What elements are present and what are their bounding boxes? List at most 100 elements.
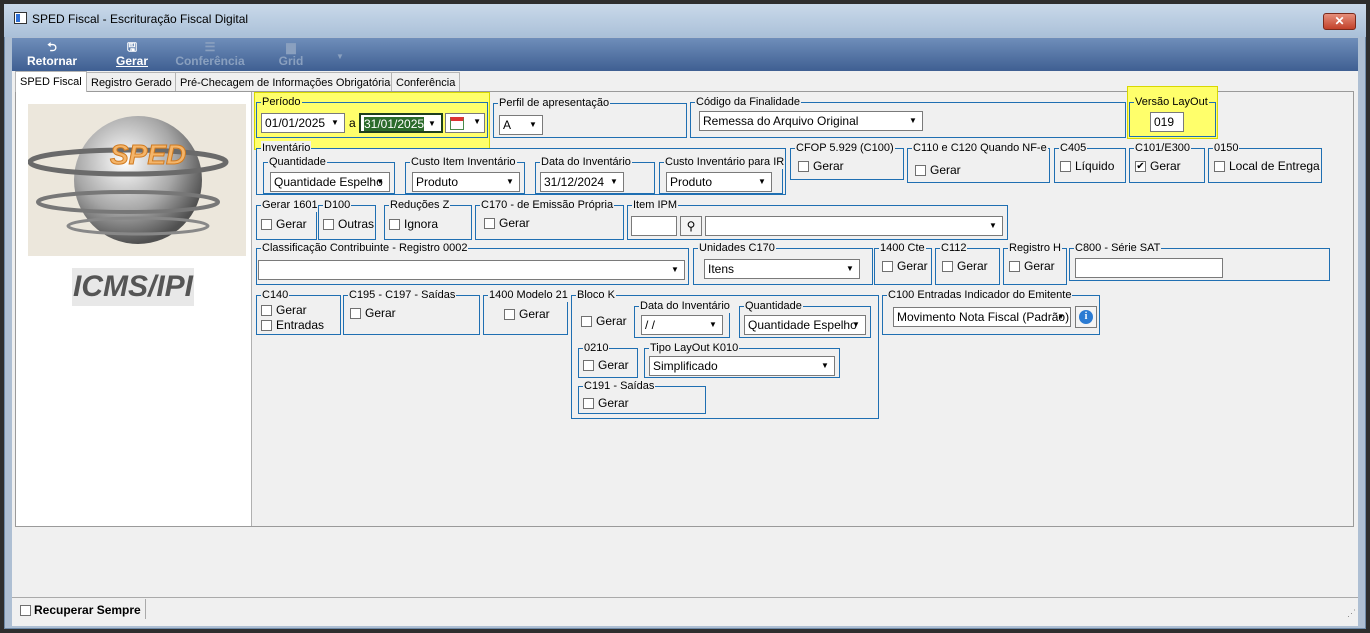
c100-group: C100 Entradas Indicador do Emitente Movi… <box>882 288 1100 335</box>
c800-input[interactable] <box>1075 258 1223 278</box>
item-ipm-code-input[interactable] <box>631 216 677 236</box>
r0210-checkbox[interactable] <box>583 360 594 371</box>
inv-quantidade-group: Quantidade Quantidade Espelho ▼ <box>263 155 395 194</box>
search-icon[interactable]: ⚲ <box>680 216 702 236</box>
grid-button[interactable]: ▆ Grid <box>274 38 308 71</box>
r0150-group: 0150 Local de Entrega <box>1208 141 1322 183</box>
c191-checkbox[interactable] <box>583 398 594 409</box>
blocok-data-field[interactable]: / / ▼ <box>641 315 723 335</box>
blocok-checkbox[interactable] <box>581 316 592 327</box>
inv-data-value: 31/12/2024 <box>544 175 605 189</box>
sped-logo-text: SPED <box>110 139 186 170</box>
info-button[interactable]: i <box>1075 306 1097 328</box>
calendar-button[interactable]: ▼ <box>445 113 485 133</box>
chevron-down-icon: ▼ <box>758 177 766 186</box>
c140-gerar-checkbox[interactable] <box>261 305 272 316</box>
perfil-select[interactable]: A ▼ <box>499 115 543 135</box>
inv-data-field[interactable]: 31/12/2024 ▼ <box>540 172 624 192</box>
periodo-end-field[interactable]: 31/01/2025 ▼ <box>359 113 443 133</box>
resize-grip-icon[interactable]: ⋰ <box>1347 608 1356 619</box>
c405-checkbox[interactable] <box>1060 161 1071 172</box>
chevron-down-icon: ▼ <box>909 116 917 125</box>
classificacao-group: Classificação Contribuinte - Registro 00… <box>256 241 689 285</box>
inv-custo-ir-select[interactable]: Produto ▼ <box>666 172 772 192</box>
gerar1601-checkbox[interactable] <box>261 219 272 230</box>
unidades-select[interactable]: Itens ▼ <box>704 259 860 279</box>
c100-select[interactable]: Movimento Nota Fiscal (Padrão) ▼ <box>893 307 1071 327</box>
unidades-label: Unidades C170 <box>698 241 776 255</box>
return-arrow-icon: ⮌ <box>47 40 57 54</box>
tab-conferencia[interactable]: Conferência <box>391 72 461 92</box>
registroh-checkbox[interactable] <box>1009 261 1020 272</box>
c112-label: C112 <box>940 241 968 255</box>
m1400-group: 1400 Modelo 21 Gerar <box>483 288 569 335</box>
c405-group: C405 Líquido <box>1054 141 1126 183</box>
gerar1601-check-label: Gerar <box>276 217 307 231</box>
classificacao-select[interactable]: ▼ <box>258 260 685 280</box>
recuperar-checkbox[interactable] <box>20 605 31 616</box>
close-button[interactable]: ✕ <box>1323 13 1356 30</box>
c110-checkbox[interactable] <box>915 165 926 176</box>
d100-checkbox[interactable] <box>323 219 334 230</box>
periodo-start-field[interactable]: 01/01/2025 ▼ <box>261 113 345 133</box>
chevron-down-icon: ▼ <box>709 320 717 329</box>
m1400-checkbox[interactable] <box>504 309 515 320</box>
finalidade-select[interactable]: Remessa do Arquivo Original ▼ <box>699 111 923 131</box>
retornar-label: Retornar <box>26 54 77 68</box>
r0150-check-label: Local de Entrega <box>1229 159 1320 173</box>
c195-checkbox[interactable] <box>350 308 361 319</box>
chevron-down-icon: ▼ <box>506 177 514 186</box>
registroh-group: Registro H Gerar <box>1003 241 1067 285</box>
cte1400-label: 1400 Cte <box>879 241 926 255</box>
status-bar: Recuperar Sempre ⋰ <box>12 597 1358 621</box>
c100-label: C100 Entradas Indicador do Emitente <box>887 288 1073 302</box>
c140-group: C140 Gerar Entradas <box>256 288 341 335</box>
versao-label: Versão LayOut <box>1134 95 1209 109</box>
inv-custo-value: Produto <box>416 175 459 189</box>
grid-dropdown-icon[interactable]: ▼ <box>334 38 346 71</box>
gerar-button[interactable]: 🖫 Gerar <box>112 38 152 71</box>
blocok-quantidade-select[interactable]: Quantidade Espelho ▼ <box>744 315 866 335</box>
c101-checkbox-checked[interactable]: ✔ <box>1135 161 1146 172</box>
inv-custo-ir-value: Produto <box>670 175 713 189</box>
retornar-button[interactable]: ⮌ Retornar <box>24 38 80 71</box>
cfop-checkbox[interactable] <box>798 161 809 172</box>
reducoes-group: Reduções Z Ignora <box>384 198 472 240</box>
save-disk-icon: 🖫 <box>126 40 138 54</box>
inventario-group: Inventário Quantidade Quantidade Espelho… <box>256 141 786 195</box>
c800-label: C800 - Série SAT <box>1074 241 1162 255</box>
tipo-layout-select[interactable]: Simplificado ▼ <box>649 356 835 376</box>
toolbar: ⮌ Retornar 🖫 Gerar ☰ Conferência ▆ Grid … <box>12 38 1358 71</box>
chevron-down-icon: ▼ <box>331 118 339 127</box>
periodo-label: Período <box>261 95 302 109</box>
c112-checkbox[interactable] <box>942 261 953 272</box>
tab-registro-gerado[interactable]: Registro Gerado <box>86 72 177 92</box>
inv-custo-select[interactable]: Produto ▼ <box>412 172 520 192</box>
unidades-value: Itens <box>708 262 735 276</box>
tab-pre-checagem[interactable]: Pré-Checagem de Informações Obrigatórias <box>175 72 401 92</box>
reducoes-check-label: Ignora <box>404 217 439 231</box>
conferencia-button[interactable]: ☰ Conferência <box>174 38 246 71</box>
reducoes-checkbox[interactable] <box>389 219 400 230</box>
chevron-down-icon: ▼ <box>610 177 618 186</box>
item-ipm-select[interactable]: ▼ <box>705 216 1003 236</box>
cte1400-checkbox[interactable] <box>882 261 893 272</box>
inv-quantidade-select[interactable]: Quantidade Espelho ▼ <box>270 172 390 192</box>
chevron-down-icon: ▼ <box>989 221 997 230</box>
tab-sped-fiscal[interactable]: SPED Fiscal <box>15 71 87 92</box>
gerar1601-label: Gerar 1601 <box>261 198 319 212</box>
periodo-group: Período 01/01/2025 ▼ a 31/01/2025 ▼ ▼ <box>256 95 488 138</box>
c140-entradas-checkbox[interactable] <box>261 320 272 331</box>
reducoes-label: Reduções Z <box>389 198 451 212</box>
status-divider <box>145 599 146 619</box>
r0150-checkbox[interactable] <box>1214 161 1225 172</box>
unidades-group: Unidades C170 Itens ▼ <box>693 241 873 285</box>
c170-checkbox[interactable] <box>484 218 495 229</box>
cte1400-check-label: Gerar <box>897 259 928 273</box>
blocok-quantidade-value: Quantidade Espelho <box>748 318 857 332</box>
versao-input[interactable]: 019 <box>1150 112 1184 132</box>
cfop-label: CFOP 5.929 (C100) <box>795 141 895 155</box>
c800-group: C800 - Série SAT <box>1069 241 1330 281</box>
r0210-check-label: Gerar <box>598 358 629 372</box>
blocok-label: Bloco K <box>576 288 616 302</box>
